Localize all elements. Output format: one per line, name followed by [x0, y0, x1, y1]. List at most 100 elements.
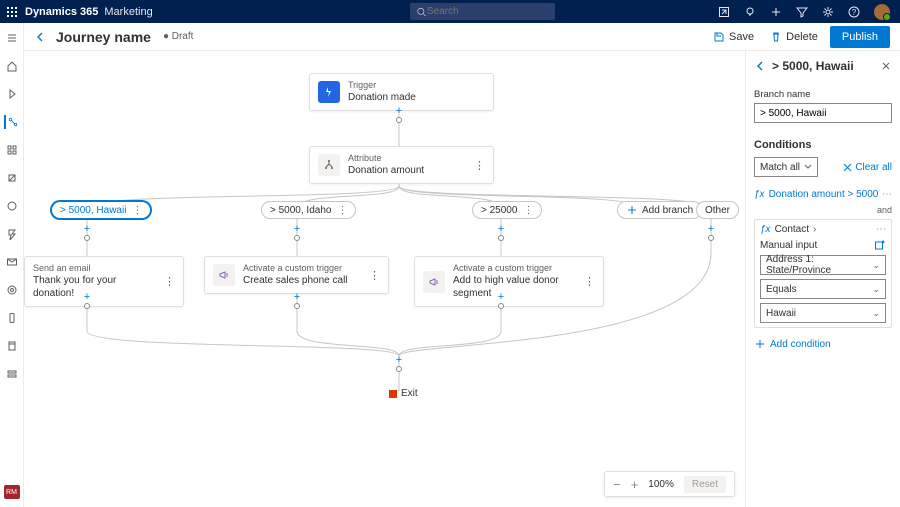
- more-icon[interactable]: ⋮: [158, 275, 175, 288]
- command-bar: Journey name ● Draft Save Delete Publish: [24, 23, 900, 51]
- condition-row-1[interactable]: ƒx Donation amount > 5000 ⋯: [754, 185, 892, 203]
- field-select[interactable]: Address 1: State/Province⌄: [760, 255, 886, 275]
- plus-connector[interactable]: +: [393, 105, 405, 123]
- close-icon: [843, 163, 852, 172]
- more-icon[interactable]: ⋮: [132, 205, 142, 216]
- global-top-bar: Dynamics 365 Marketing ?: [0, 0, 900, 23]
- home-icon[interactable]: [5, 59, 19, 73]
- plus-icon: [626, 204, 638, 216]
- delete-button[interactable]: Delete: [762, 27, 826, 47]
- more-icon[interactable]: ⋮: [523, 205, 533, 216]
- insights-icon[interactable]: [5, 171, 19, 185]
- megaphone-icon: [423, 271, 445, 293]
- branch-pill-2[interactable]: > 5000, Idaho⋮: [261, 201, 356, 219]
- more-icon[interactable]: ⋮: [337, 205, 347, 216]
- condition-editor: ƒx Contact › ⋯ Manual input Address 1: S…: [754, 219, 892, 328]
- formula-icon: ƒx: [760, 224, 771, 235]
- panel-title: > 5000, Hawaii: [772, 59, 874, 73]
- megaphone-icon: [213, 264, 235, 286]
- zoom-in-button[interactable]: +: [631, 477, 639, 492]
- product-name: Dynamics 365: [25, 6, 98, 18]
- global-search[interactable]: [410, 3, 555, 20]
- operator-select[interactable]: Equals⌄: [760, 279, 886, 299]
- properties-panel: > 5000, Hawaii Branch name Conditions Ma…: [745, 51, 900, 507]
- chevron-down-icon: ⌄: [872, 308, 880, 319]
- status-badge: ● Draft: [163, 31, 194, 42]
- lightbulb-icon[interactable]: [744, 6, 756, 18]
- app-launcher-icon[interactable]: [0, 0, 23, 23]
- assets-icon[interactable]: [5, 199, 19, 213]
- chevron-down-icon: ⌄: [872, 284, 880, 295]
- assistant-icon[interactable]: [718, 6, 730, 18]
- plus-connector[interactable]: +: [705, 223, 717, 241]
- more-nav-icon[interactable]: [5, 367, 19, 381]
- left-nav-rail: RM: [0, 23, 24, 507]
- branch-pill-3[interactable]: > 25000⋮: [472, 201, 542, 219]
- segments-icon[interactable]: [5, 143, 19, 157]
- plus-connector[interactable]: +: [81, 291, 93, 309]
- action-node-trigger-2[interactable]: Activate a custom triggerAdd to high val…: [414, 256, 604, 307]
- more-icon[interactable]: ⋮: [468, 159, 485, 172]
- branch-icon: [318, 154, 340, 176]
- more-icon[interactable]: ⋮: [363, 269, 380, 282]
- settings-icon[interactable]: [822, 6, 834, 18]
- plus-connector[interactable]: +: [495, 291, 507, 309]
- add-branch-button[interactable]: Add branch: [617, 201, 702, 219]
- branch-pill-1[interactable]: > 5000, Hawaii⋮: [51, 201, 151, 219]
- help-icon[interactable]: ?: [848, 6, 860, 18]
- and-label: and: [754, 205, 892, 215]
- conditions-heading: Conditions: [754, 139, 892, 151]
- plus-connector[interactable]: +: [495, 223, 507, 241]
- more-icon[interactable]: ⋯: [876, 224, 886, 235]
- zoom-reset-button[interactable]: Reset: [684, 476, 726, 493]
- back-button[interactable]: [34, 31, 46, 43]
- plus-connector[interactable]: +: [291, 291, 303, 309]
- clear-all-button[interactable]: Clear all: [843, 162, 892, 173]
- journey-canvas[interactable]: TriggerDonation made + AttributeDonation…: [24, 51, 741, 507]
- plus-connector[interactable]: +: [291, 223, 303, 241]
- filter-icon[interactable]: [796, 6, 808, 18]
- search-icon: [416, 6, 427, 18]
- formula-icon: ƒx: [754, 189, 765, 200]
- svg-text:?: ?: [852, 8, 857, 17]
- add-icon[interactable]: [770, 6, 782, 18]
- branch-pill-other[interactable]: Other: [696, 201, 739, 219]
- action-node-email[interactable]: Send an emailThank you for your donation…: [24, 256, 184, 307]
- plus-connector[interactable]: +: [393, 354, 405, 372]
- more-icon[interactable]: ⋮: [578, 275, 595, 288]
- manual-input-label: Manual input: [760, 240, 817, 251]
- panel-back-button[interactable]: [754, 60, 766, 72]
- area-name: Marketing: [104, 6, 152, 18]
- publish-button[interactable]: Publish: [830, 26, 890, 48]
- branch-name-input[interactable]: [754, 103, 892, 123]
- value-select[interactable]: Hawaii⌄: [760, 303, 886, 323]
- exit-node: Exit: [389, 388, 418, 399]
- plus-icon: [754, 338, 766, 350]
- lightning-icon: [318, 81, 340, 103]
- branch-name-label: Branch name: [754, 89, 892, 100]
- user-avatar[interactable]: [874, 4, 890, 20]
- match-dropdown[interactable]: Match all: [754, 157, 818, 177]
- zoom-percent: 100%: [648, 479, 674, 490]
- area-switcher[interactable]: RM: [4, 485, 20, 499]
- push-icon[interactable]: [5, 339, 19, 353]
- action-node-trigger-1[interactable]: Activate a custom triggerCreate sales ph…: [204, 256, 389, 294]
- more-icon[interactable]: ⋯: [882, 189, 892, 200]
- flag-icon: [389, 390, 397, 398]
- sms-icon[interactable]: [5, 311, 19, 325]
- panel-close-button[interactable]: [880, 60, 892, 72]
- search-input[interactable]: [427, 6, 549, 17]
- page-title: Journey name: [56, 29, 151, 45]
- zoom-out-button[interactable]: −: [613, 477, 621, 492]
- add-condition-button[interactable]: Add condition: [754, 338, 892, 350]
- edit-icon[interactable]: [874, 239, 886, 251]
- save-button[interactable]: Save: [705, 27, 762, 47]
- attribute-node[interactable]: AttributeDonation amount ⋮: [309, 146, 494, 184]
- triggers-icon[interactable]: [5, 227, 19, 241]
- hamburger-icon[interactable]: [5, 31, 19, 45]
- channels-icon[interactable]: [5, 283, 19, 297]
- recent-icon[interactable]: [5, 87, 19, 101]
- journeys-icon[interactable]: [4, 115, 18, 129]
- email-icon[interactable]: [5, 255, 19, 269]
- plus-connector[interactable]: +: [81, 223, 93, 241]
